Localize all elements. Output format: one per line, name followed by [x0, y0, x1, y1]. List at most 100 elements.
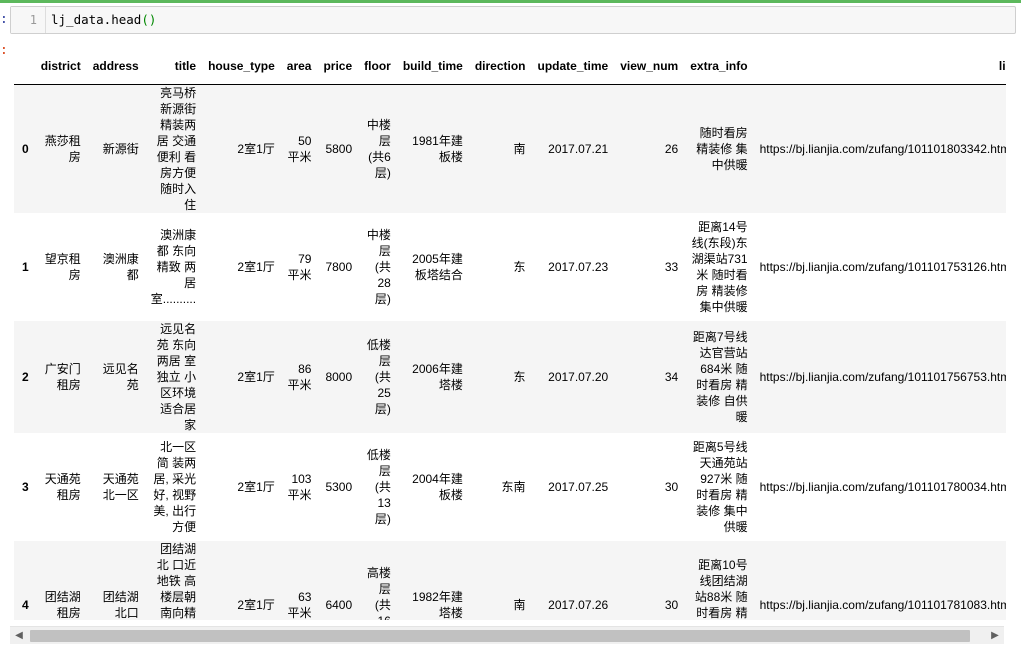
column-header: title [174, 59, 197, 73]
cell-price: 5300 [325, 480, 353, 494]
cell-price: 5800 [325, 142, 353, 156]
cell-price: 7800 [325, 260, 353, 274]
column-header: direction [474, 59, 526, 73]
output-area: district address title house_type area p… [14, 48, 1006, 620]
row-index: 1 [22, 260, 29, 274]
cell-title: 亮马桥 新源街 精装两居 交通便利 看房方便 随时入住 [156, 86, 197, 212]
table-row: 4 团结湖租房 团结湖北口 团结湖北 口近地铁 高楼层朝 南向精装 修正规两 居… [14, 541, 1006, 620]
cell-address: 新源街 [102, 142, 139, 156]
cell-title: 远见名苑 东向两居 室 独立 小区环境 适合居家 [156, 322, 197, 432]
cell-link: https://bj.lianjia.com/zufang/1011017800… [759, 480, 1006, 494]
cell-area: 79平米 [287, 252, 312, 282]
column-header: view_num [620, 59, 679, 73]
index-header [14, 48, 35, 85]
cell-floor: 中楼层(共28层) [366, 228, 391, 306]
cell-address: 天通苑北一区 [102, 472, 139, 502]
cell-update-time: 2017.07.21 [548, 142, 609, 156]
cell-floor: 中楼层(共6层) [366, 118, 391, 180]
cell-house-type: 2室1厅 [237, 370, 275, 384]
column-header: area [286, 59, 312, 73]
cell-floor: 低楼层(共25层) [366, 338, 391, 416]
column-header: address [92, 59, 139, 73]
input-prompt: : [0, 12, 8, 27]
cell-area: 63平米 [287, 590, 312, 620]
column-header: lir [998, 59, 1006, 73]
cell-area: 86平米 [287, 362, 312, 392]
cell-direction: 东南 [501, 480, 526, 494]
cell-view-num: 26 [664, 142, 679, 156]
cell-view-num: 34 [664, 370, 679, 384]
cell-area: 103平米 [287, 472, 312, 502]
cell-address: 团结湖北口 [102, 590, 139, 620]
column-header: floor [364, 59, 391, 73]
cell-update-time: 2017.07.25 [548, 480, 609, 494]
output-prompt: : [0, 43, 8, 58]
cell-extra-info: 距离14号线(东段)东湖渠站731米 随时看房 精装修 集中供暖 [691, 220, 748, 314]
cell-selected-bar [0, 0, 1021, 3]
row-index: 0 [22, 142, 29, 156]
row-index: 3 [22, 480, 29, 494]
column-header: district [40, 59, 81, 73]
cell-build-time: 2004年建板楼 [412, 472, 463, 502]
column-header: update_time [537, 59, 609, 73]
code-editor[interactable]: lj_data.head() [51, 7, 156, 33]
cell-address: 澳洲康都 [102, 252, 139, 282]
table-row: 1 望京租房 澳洲康都 澳洲康都 东向精致 两居室.......... 2室1厅… [14, 213, 1006, 321]
cell-build-time: 1982年建塔楼 [412, 590, 463, 620]
cell-view-num: 33 [664, 260, 679, 274]
code-cell[interactable]: 1 lj_data.head() [10, 6, 1016, 34]
cell-house-type: 2室1厅 [237, 598, 275, 612]
column-header: price [323, 59, 353, 73]
cell-extra-info: 距离5号线天通苑站927米 随时看房 精装修 集中供暖 [692, 440, 748, 534]
table-row: 0 燕莎租房 新源街 亮马桥 新源街 精装两居 交通便利 看房方便 随时入住 2… [14, 84, 1006, 213]
cell-direction: 南 [513, 598, 526, 612]
cell-district: 天通苑租房 [44, 472, 81, 502]
cell-direction: 东 [513, 260, 526, 274]
cell-title: 北一区简 装两居, 采光好, 视野美, 出行方便 [153, 440, 197, 534]
cell-floor: 低楼层(共13层) [366, 448, 391, 526]
row-index: 2 [22, 370, 29, 384]
cell-build-time: 2006年建塔楼 [412, 362, 463, 392]
cell-price: 6400 [325, 598, 353, 612]
cell-link: https://bj.lianjia.com/zufang/1011017810… [759, 598, 1006, 612]
row-index: 4 [22, 598, 29, 612]
table-row: 2 广安门租房 远见名苑 远见名苑 东向两居 室 独立 小区环境 适合居家 2室… [14, 321, 1006, 433]
code-parens: () [141, 12, 157, 27]
cell-house-type: 2室1厅 [237, 480, 275, 494]
column-header: extra_info [690, 59, 748, 73]
scroll-right-icon[interactable]: ▶ [988, 629, 1002, 643]
cell-link: https://bj.lianjia.com/zufang/1011017567… [759, 370, 1006, 384]
cell-district: 燕莎租房 [44, 134, 81, 164]
scrollbar-thumb[interactable] [30, 630, 970, 642]
cell-build-time: 2005年建板塔结合 [412, 252, 463, 282]
cell-view-num: 30 [664, 598, 679, 612]
cell-house-type: 2室1厅 [237, 260, 275, 274]
cell-district: 望京租房 [44, 252, 81, 282]
cell-extra-info: 距离7号线达官营站684米 随时看房 精装修 自供暖 [692, 330, 748, 424]
cell-title: 团结湖北 口近地铁 高楼层朝 南向精装 修正规两 居室 [156, 542, 197, 620]
cell-extra-info: 距离10号线团结湖站88米 随时看房 精装修 集中供暖 [694, 558, 748, 620]
cell-floor: 高楼层(共16层) [366, 566, 391, 620]
cell-update-time: 2017.07.20 [548, 370, 609, 384]
line-number: 1 [11, 7, 46, 33]
table-row: 3 天通苑租房 天通苑北一区 北一区简 装两居, 采光好, 视野美, 出行方便 … [14, 433, 1006, 541]
code-text: lj_data.head [51, 12, 142, 27]
cell-link: https://bj.lianjia.com/zufang/1011017531… [759, 260, 1006, 274]
cell-update-time: 2017.07.26 [548, 598, 609, 612]
cell-build-time: 1981年建板楼 [412, 134, 463, 164]
horizontal-scrollbar[interactable]: ◀ ▶ [10, 626, 1004, 644]
cell-direction: 东 [513, 370, 526, 384]
scroll-left-icon[interactable]: ◀ [12, 629, 26, 643]
cell-house-type: 2室1厅 [237, 142, 275, 156]
cell-price: 8000 [325, 370, 353, 384]
cell-title: 澳洲康都 东向精致 两居室.......... [150, 228, 197, 306]
cell-direction: 南 [513, 142, 526, 156]
dataframe-table: district address title house_type area p… [14, 48, 1006, 620]
cell-district: 广安门租房 [44, 362, 81, 392]
column-header: house_type [208, 59, 275, 73]
cell-view-num: 30 [664, 480, 679, 494]
cell-update-time: 2017.07.23 [548, 260, 609, 274]
table-header-row: district address title house_type area p… [14, 48, 1006, 85]
cell-address: 远见名苑 [102, 362, 139, 392]
cell-district: 团结湖租房 [44, 590, 81, 620]
